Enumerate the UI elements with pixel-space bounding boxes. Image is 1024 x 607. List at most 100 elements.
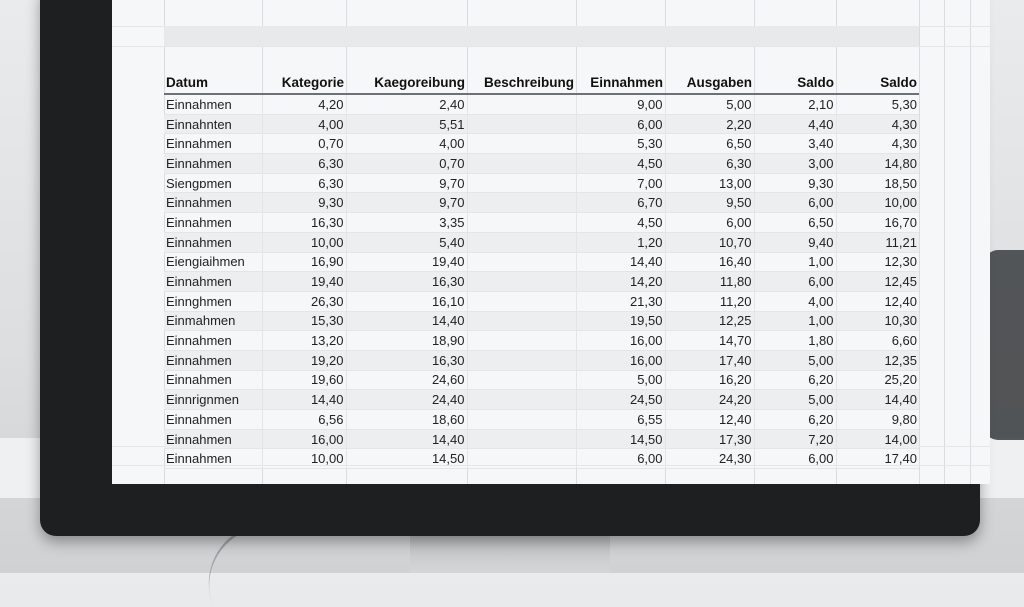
table-cell[interactable]: 26,30: [261, 291, 346, 312]
table-cell[interactable]: 1,20: [575, 232, 665, 253]
table-cell[interactable]: 6,00: [664, 212, 754, 233]
table-cell[interactable]: Einnghmen: [164, 291, 262, 312]
table-cell[interactable]: 16,10: [345, 291, 467, 312]
table-cell[interactable]: 12,25: [664, 311, 754, 332]
table-cell[interactable]: 6,00: [575, 114, 665, 135]
table-cell[interactable]: 24,30: [664, 448, 754, 470]
table-cell[interactable]: 14,40: [261, 389, 346, 410]
table-cell[interactable]: 18,60: [345, 409, 467, 430]
table-cell[interactable]: Eiengiaihmen: [164, 252, 262, 273]
table-cell[interactable]: [466, 94, 576, 115]
table-cell[interactable]: 4,30: [835, 133, 919, 155]
table-cell[interactable]: [466, 192, 576, 214]
column-header-einnahmen[interactable]: Einnahmen: [576, 72, 665, 95]
table-cell[interactable]: 12,40: [664, 409, 754, 430]
table-cell[interactable]: 11,20: [664, 291, 754, 312]
table-cell[interactable]: 5,00: [753, 350, 836, 371]
table-cell[interactable]: 11,80: [664, 271, 754, 292]
table-cell[interactable]: 16,00: [261, 429, 346, 450]
table-cell[interactable]: 4,30: [835, 114, 919, 135]
table-cell[interactable]: 6,50: [664, 133, 754, 155]
table-cell[interactable]: 6,60: [835, 330, 919, 351]
table-cell[interactable]: 10,30: [835, 311, 919, 332]
column-header-kategorie[interactable]: Kategorie: [262, 72, 346, 95]
table-cell[interactable]: 18,90: [345, 330, 467, 351]
table-cell[interactable]: 10,00: [261, 232, 346, 253]
table-cell[interactable]: 5,51: [345, 114, 467, 135]
table-cell[interactable]: 9,00: [575, 94, 665, 115]
table-cell[interactable]: 2,20: [664, 114, 754, 135]
table-cell[interactable]: 19,20: [261, 350, 346, 371]
table-cell[interactable]: [466, 389, 576, 410]
table-cell[interactable]: 17,40: [664, 350, 754, 371]
table-cell[interactable]: 24,60: [345, 370, 467, 391]
table-cell[interactable]: Einnahmen: [164, 350, 262, 371]
table-cell[interactable]: 4,50: [575, 212, 665, 233]
table-cell[interactable]: 16,20: [664, 370, 754, 391]
table-cell[interactable]: Siengɒmen: [164, 173, 262, 194]
table-cell[interactable]: 16,40: [664, 252, 754, 273]
table-cell[interactable]: 14,50: [575, 429, 665, 450]
table-cell[interactable]: 11,21: [835, 232, 919, 253]
table-cell[interactable]: 1,00: [753, 252, 836, 273]
table-cell[interactable]: 9,30: [261, 192, 346, 214]
table-cell[interactable]: 10,00: [835, 192, 919, 214]
table-cell[interactable]: 25,20: [835, 370, 919, 391]
table-cell[interactable]: 7,00: [575, 173, 665, 194]
table-cell[interactable]: 6,30: [261, 153, 346, 174]
table-cell[interactable]: 24,40: [345, 389, 467, 410]
column-header-saldo-2[interactable]: Saldo: [836, 72, 919, 95]
table-cell[interactable]: 1,00: [753, 311, 836, 332]
table-cell[interactable]: 18,50: [835, 173, 919, 194]
table-cell[interactable]: 7,20: [753, 429, 836, 450]
table-cell[interactable]: 16,00: [575, 350, 665, 371]
table-cell[interactable]: 9,30: [753, 173, 836, 194]
table-cell[interactable]: 14,40: [835, 389, 919, 410]
table-cell[interactable]: 19,40: [261, 271, 346, 292]
table-cell[interactable]: [466, 311, 576, 332]
table-cell[interactable]: 16,30: [261, 212, 346, 233]
table-cell[interactable]: 6,20: [753, 370, 836, 391]
table-cell[interactable]: 10,00: [261, 448, 346, 470]
table-cell[interactable]: 19,50: [575, 311, 665, 332]
column-header-saldo[interactable]: Saldo: [754, 72, 836, 95]
table-cell[interactable]: Einnahmen: [164, 409, 262, 430]
table-cell[interactable]: 14,20: [575, 271, 665, 292]
table-cell[interactable]: Einnahmen: [164, 330, 262, 351]
table-cell[interactable]: 14,40: [575, 252, 665, 273]
table-cell[interactable]: [466, 291, 576, 312]
table-cell[interactable]: [466, 114, 576, 135]
table-cell[interactable]: 14,70: [664, 330, 754, 351]
table-cell[interactable]: 24,20: [664, 389, 754, 410]
column-header-beschreibung[interactable]: Beschreibung: [467, 72, 576, 95]
column-header-datum[interactable]: Datum: [164, 72, 262, 95]
table-cell[interactable]: 15,30: [261, 311, 346, 332]
table-cell[interactable]: Einnahmen: [164, 271, 262, 292]
table-cell[interactable]: 19,60: [261, 370, 346, 391]
table-cell[interactable]: 5,30: [575, 133, 665, 155]
table-cell[interactable]: 5,00: [753, 389, 836, 410]
table-cell[interactable]: 6,30: [261, 173, 346, 194]
table-cell[interactable]: 12,45: [835, 271, 919, 292]
table-cell[interactable]: 9,80: [835, 409, 919, 430]
table-cell[interactable]: 17,40: [835, 448, 919, 470]
table-cell[interactable]: [466, 429, 576, 450]
table-cell[interactable]: 5,30: [835, 94, 919, 115]
table-cell[interactable]: 21,30: [575, 291, 665, 312]
table-cell[interactable]: 0,70: [345, 153, 467, 174]
table-cell[interactable]: 4,00: [753, 291, 836, 312]
table-cell[interactable]: 9,70: [345, 173, 467, 194]
table-cell[interactable]: 12,30: [835, 252, 919, 273]
table-cell[interactable]: [466, 133, 576, 155]
table-cell[interactable]: [466, 350, 576, 371]
table-cell[interactable]: 6,20: [753, 409, 836, 430]
table-cell[interactable]: 6,30: [664, 153, 754, 174]
table-cell[interactable]: 4,50: [575, 153, 665, 174]
table-cell[interactable]: Einnrignmen: [164, 389, 262, 410]
table-cell[interactable]: 6,00: [753, 192, 836, 214]
table-cell[interactable]: 19,40: [345, 252, 467, 273]
table-cell[interactable]: 4,00: [345, 133, 467, 155]
table-cell[interactable]: [466, 448, 576, 470]
table-cell[interactable]: 6,55: [575, 409, 665, 430]
table-cell[interactable]: 12,35: [835, 350, 919, 371]
